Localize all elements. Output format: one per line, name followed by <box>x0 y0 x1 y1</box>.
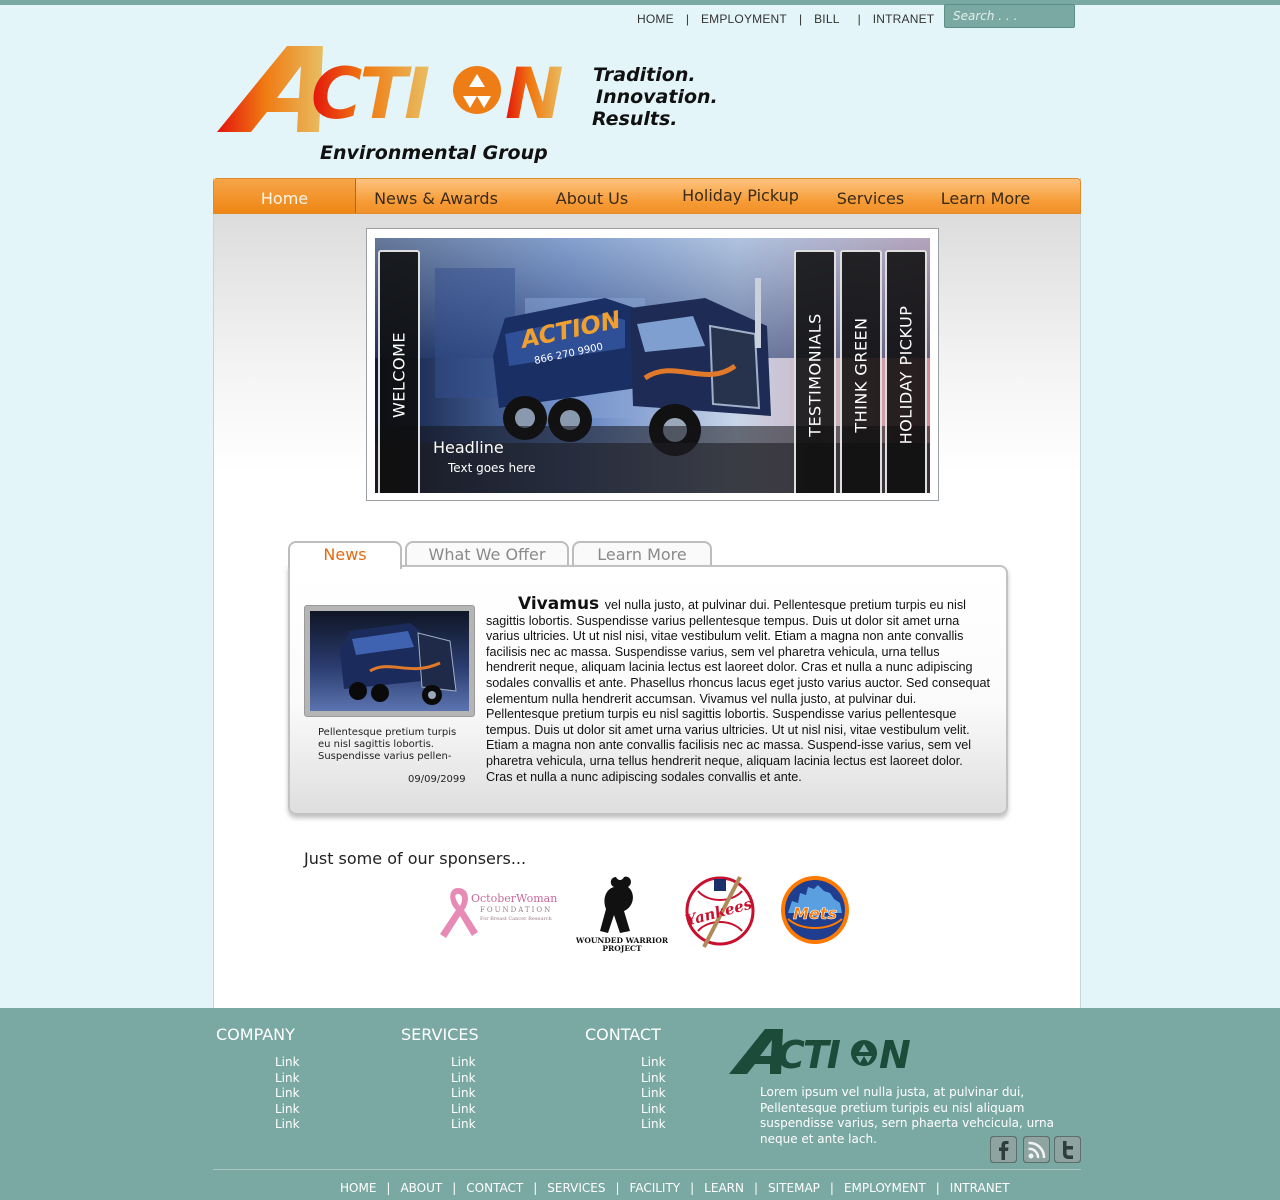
svg-text:CTI: CTI <box>777 1033 841 1076</box>
footer-action-logo[interactable]: CTI N <box>727 1026 919 1076</box>
news-lead-word: Vivamus <box>518 594 600 614</box>
main-nav: Home News & Awards About Us Holiday Pick… <box>213 178 1081 214</box>
footer-company-link[interactable]: Link <box>275 1102 300 1118</box>
footer-company-link[interactable]: Link <box>275 1055 300 1071</box>
footer-services-link[interactable]: Link <box>451 1117 476 1133</box>
tab-news[interactable]: News <box>288 541 402 569</box>
october-woman-name: OctoberWoman <box>471 892 557 905</box>
footer-contact-links: Link Link Link Link Link <box>641 1055 666 1133</box>
news-article: Vivamus vel nulla justo, at pulvinar dui… <box>486 594 992 785</box>
tab-think-green[interactable]: THINK GREEN <box>840 250 882 493</box>
october-woman-logo[interactable]: OctoberWoman FOUNDATION For Breast Cance… <box>436 884 562 940</box>
bottom-nav-learn[interactable]: LEARN <box>694 1181 754 1195</box>
search-input[interactable] <box>945 5 1074 27</box>
search-box <box>944 4 1075 28</box>
bottom-nav-intranet[interactable]: INTRANET <box>940 1181 1020 1195</box>
tab-testimonials-label: TESTIMONIALS <box>805 313 825 437</box>
footer-contact-link[interactable]: Link <box>641 1071 666 1087</box>
nav-holiday-pickup[interactable]: Holiday Pickup <box>668 179 813 213</box>
footer-company-title: COMPANY <box>216 1025 295 1044</box>
news-date: 09/09/2099 <box>408 774 466 785</box>
news-thumbnail-caption: Pellentesque pretium turpis eu nisl sagi… <box>318 727 457 762</box>
footer-company-link[interactable]: Link <box>275 1117 300 1133</box>
hero-image: ACTION 866 270 9900 Headline Text goes h… <box>375 238 930 493</box>
bottom-nav-facility[interactable]: FACILITY <box>620 1181 691 1195</box>
sponsors-title: Just some of our sponsers... <box>304 849 527 868</box>
tagline-line-2: Innovation. <box>596 86 718 108</box>
bottom-nav-services[interactable]: SERVICES <box>537 1181 615 1195</box>
tab-holiday-pickup[interactable]: HOLIDAY PICKUP <box>885 250 927 493</box>
top-nav: HOME | EMPLOYMENT | BILL | INTRANET <box>625 11 946 27</box>
footer-services-title: SERVICES <box>401 1025 479 1044</box>
svg-text:CTI: CTI <box>311 53 429 135</box>
nav-services[interactable]: Services <box>813 179 928 213</box>
action-logo[interactable]: CTI N <box>215 40 585 135</box>
tab-testimonials[interactable]: TESTIMONIALS <box>794 250 836 493</box>
tab-learn-more[interactable]: Learn More <box>572 541 712 567</box>
footer-contact-link[interactable]: Link <box>641 1086 666 1102</box>
bottom-nav-home[interactable]: HOME <box>330 1181 386 1195</box>
footer-services-link[interactable]: Link <box>451 1086 476 1102</box>
top-nav-home[interactable]: HOME <box>625 12 686 26</box>
footer-contact-link[interactable]: Link <box>641 1117 666 1133</box>
tagline-line-1: Tradition. <box>593 64 696 86</box>
tab-what-we-offer[interactable]: What We Offer <box>405 541 569 567</box>
truck-thumbnail-icon <box>340 623 457 705</box>
footer-contact-link[interactable]: Link <box>641 1055 666 1071</box>
svg-text:N: N <box>879 1033 911 1076</box>
footer-company-links: Link Link Link Link Link <box>275 1055 300 1133</box>
tab-welcome[interactable]: WELCOME <box>378 250 420 493</box>
footer-services-link[interactable]: Link <box>451 1102 476 1118</box>
footer-services-link[interactable]: Link <box>451 1055 476 1071</box>
bottom-nav-sitemap[interactable]: SITEMAP <box>758 1181 830 1195</box>
tab-think-green-label: THINK GREEN <box>851 317 871 433</box>
mets-wordmark: Mets <box>793 904 837 923</box>
bottom-nav: HOME | ABOUT | CONTACT | SERVICES | FACI… <box>330 1178 1020 1198</box>
tagline: Tradition. Innovation. Results. <box>592 64 718 130</box>
october-woman-tagline: For Breast Cancer Research <box>480 916 553 922</box>
footer-company-link[interactable]: Link <box>275 1071 300 1087</box>
footer-company-link[interactable]: Link <box>275 1086 300 1102</box>
rss-icon[interactable] <box>1023 1136 1050 1163</box>
svg-text:N: N <box>505 53 563 135</box>
nav-news-awards[interactable]: News & Awards <box>356 179 516 213</box>
yankees-logo[interactable]: Yankees <box>684 873 758 951</box>
footer-contact-link[interactable]: Link <box>641 1102 666 1118</box>
tab-holiday-pickup-label: HOLIDAY PICKUP <box>896 305 916 445</box>
top-nav-employment[interactable]: EMPLOYMENT <box>689 12 799 26</box>
footer-services-links: Link Link Link Link Link <box>451 1055 476 1133</box>
news-panel: Pellentesque pretium turpis eu nisl sagi… <box>288 565 1008 815</box>
top-accent-bar <box>0 0 1280 5</box>
tagline-line-3: Results. <box>592 108 678 130</box>
top-nav-intranet[interactable]: INTRANET <box>861 12 947 26</box>
top-nav-bill[interactable]: BILL <box>802 12 858 26</box>
footer-contact-title: CONTACT <box>585 1025 661 1044</box>
nav-learn-more[interactable]: Learn More <box>928 179 1043 213</box>
twitter-icon[interactable] <box>1054 1136 1081 1163</box>
footer-divider <box>213 1169 1081 1170</box>
slide-headline: Headline <box>433 438 504 457</box>
footer-services-link[interactable]: Link <box>451 1071 476 1087</box>
nav-about-us[interactable]: About Us <box>516 179 668 213</box>
news-thumbnail[interactable] <box>304 605 475 717</box>
tab-welcome-label: WELCOME <box>389 331 409 419</box>
nav-home[interactable]: Home <box>214 179 356 213</box>
slide-text: Text goes here <box>448 461 536 475</box>
wounded-warrior-line-2: PROJECT <box>602 944 642 953</box>
bottom-nav-contact[interactable]: CONTACT <box>456 1181 533 1195</box>
wounded-warrior-logo[interactable]: WOUNDED WARRIOR PROJECT <box>576 873 668 953</box>
bottom-nav-about[interactable]: ABOUT <box>390 1181 452 1195</box>
logo-subtitle: Environmental Group <box>320 142 548 164</box>
news-body: vel nulla justo, at pulvinar dui. Pellen… <box>486 598 991 784</box>
october-woman-foundation: FOUNDATION <box>480 906 552 914</box>
hero-slider: ACTION 866 270 9900 Headline Text goes h… <box>366 228 939 501</box>
mets-logo[interactable]: Mets <box>778 873 852 947</box>
news-thumbnail-image <box>310 611 469 711</box>
facebook-icon[interactable] <box>990 1136 1017 1163</box>
bottom-nav-employment[interactable]: EMPLOYMENT <box>834 1181 936 1195</box>
